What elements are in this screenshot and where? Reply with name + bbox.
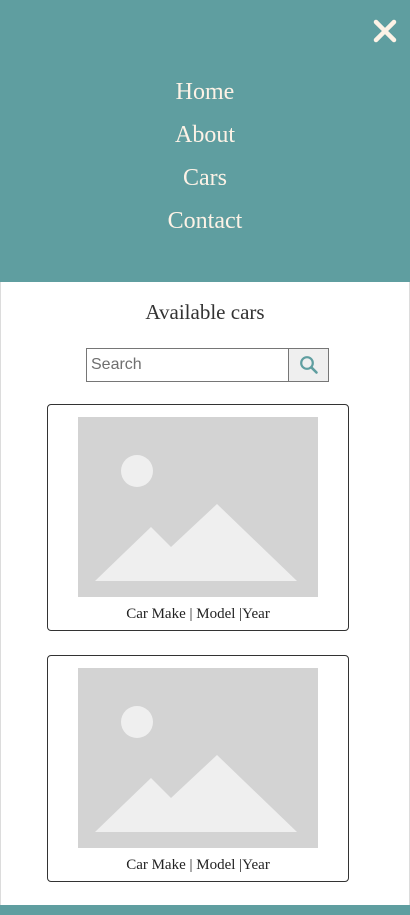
close-x-icon (373, 19, 397, 43)
nav-overlay: Home About Cars Contact (0, 0, 410, 282)
footer-bar (0, 905, 410, 915)
nav-link-contact[interactable]: Contact (0, 201, 410, 244)
car-card-caption: Car Make | Model |Year (126, 606, 270, 622)
nav-link-home[interactable]: Home (0, 72, 410, 115)
page-heading: Available cars (145, 300, 265, 324)
search-icon (299, 356, 318, 374)
image-placeholder-icon (78, 668, 318, 848)
nav-links: Home About Cars Contact (0, 72, 410, 244)
nav-link-about[interactable]: About (0, 115, 410, 158)
car-card-caption: Car Make | Model |Year (126, 857, 270, 873)
close-button[interactable] (372, 18, 398, 44)
nav-link-cars[interactable]: Cars (0, 158, 410, 201)
car-card[interactable]: Car Make | Model |Year (47, 655, 349, 882)
search-input[interactable] (86, 348, 289, 382)
car-card[interactable]: Car Make | Model |Year (47, 404, 349, 631)
image-placeholder-icon (78, 417, 318, 597)
search-button[interactable] (289, 348, 329, 382)
search-bar (86, 348, 329, 382)
